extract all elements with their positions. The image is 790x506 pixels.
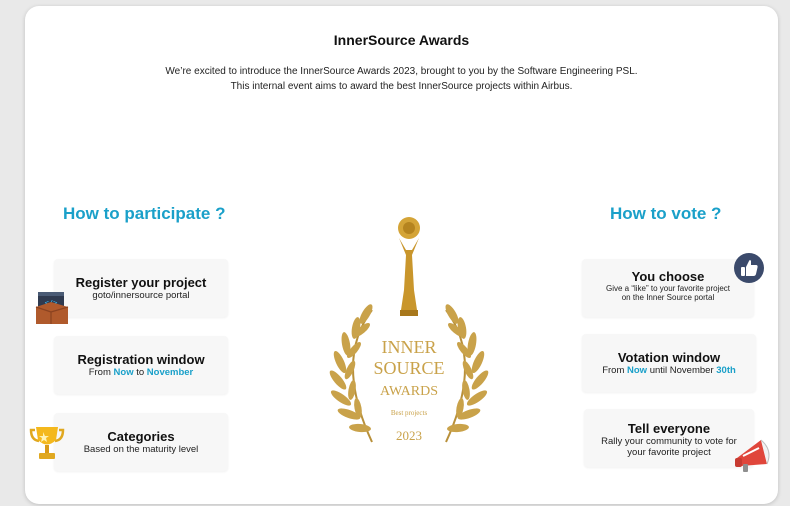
tell-everyone-sub1: Rally your community to vote for <box>601 436 737 447</box>
thumbs-up-icon[interactable] <box>733 252 765 284</box>
vote-heading: How to vote ? <box>610 204 722 223</box>
trophy-icon <box>29 427 65 459</box>
intro-line-1: We’re excited to introduce the InnerSour… <box>165 66 638 77</box>
you-choose-card: You choose Give a “like” to your favorit… <box>582 259 754 317</box>
categories-subtitle: Based on the maturity level <box>83 444 199 455</box>
megaphone-icon <box>735 439 770 472</box>
award-line-best: Best projects <box>391 409 428 417</box>
page-title: InnerSource Awards <box>333 32 470 48</box>
text-to: to <box>133 367 147 378</box>
text-november: November <box>146 367 194 378</box>
you-choose-sub2: on the Inner Source portal <box>621 293 715 302</box>
right-laurel <box>445 304 489 443</box>
register-subtitle: goto/innersource portal <box>92 290 190 301</box>
register-title: Register your project <box>75 275 207 290</box>
text-30th: 30th <box>716 365 736 376</box>
intro-line-2: This internal event aims to award the be… <box>230 81 573 92</box>
award-year: 2023 <box>396 428 422 443</box>
left-laurel <box>329 304 373 443</box>
participate-heading: How to participate ? <box>63 204 226 223</box>
registration-window-subtitle: From Now to November <box>54 367 228 378</box>
categories-card: Categories Based on the maturity level <box>54 413 228 471</box>
text-from: From <box>88 367 114 378</box>
code-box-icon: </> <box>35 292 69 324</box>
tell-everyone-sub2: your favorite project <box>627 447 711 458</box>
you-choose-sub1: Give a “like” to your favorite project <box>605 284 731 293</box>
you-choose-title: You choose <box>631 269 705 284</box>
registration-window-card: Registration window From Now to November <box>54 336 228 394</box>
text-now: Now <box>627 365 648 376</box>
text-from: From <box>602 365 628 376</box>
intro-text: We’re excited to introduce the InnerSour… <box>25 64 778 94</box>
award-line-awards: AWARDS <box>380 384 438 399</box>
register-project-card: Register your project goto/innersource p… <box>54 259 228 317</box>
text-now: Now <box>113 367 134 378</box>
statuette-icon <box>398 217 420 316</box>
votation-window-title: Votation window <box>617 350 721 365</box>
award-line-source: SOURCE <box>373 358 444 378</box>
award-line-inner: INNER <box>382 337 437 357</box>
votation-window-subtitle: From Now until November 30th <box>582 365 756 376</box>
text-until: until November <box>647 365 717 376</box>
laurel-wreath-icon: INNER SOURCE AWARDS Best projects 2023 <box>329 217 489 443</box>
votation-window-card: Votation window From Now until November … <box>582 334 756 392</box>
tell-everyone-title: Tell everyone <box>627 421 711 436</box>
categories-title: Categories <box>107 429 175 444</box>
registration-window-title: Registration window <box>77 352 205 367</box>
tell-everyone-card: Tell everyone Rally your community to vo… <box>584 409 754 467</box>
awards-card: InnerSource Awards We’re excited to intr… <box>25 6 778 504</box>
